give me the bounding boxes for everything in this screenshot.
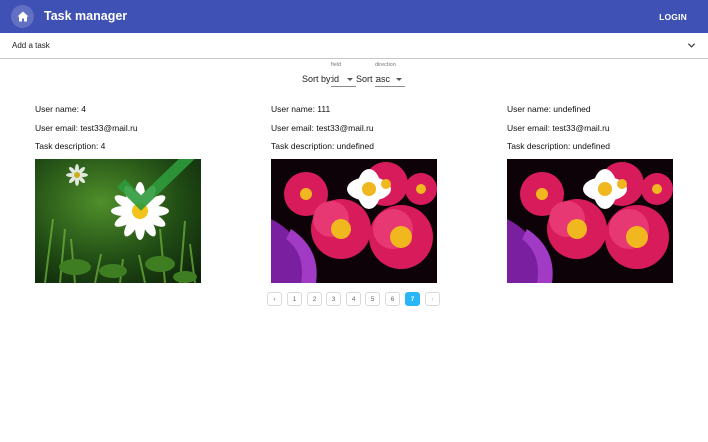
task-description: Task description: 4 [35, 141, 106, 151]
home-icon [17, 11, 28, 22]
home-button[interactable] [11, 5, 34, 28]
sort-direction-value: asc [376, 74, 391, 84]
chevron-down-icon[interactable] [687, 41, 696, 50]
task-description: Task description: undefined [507, 141, 611, 151]
task-user-name: User name: 111 [271, 104, 331, 114]
direction-caption: direction [375, 62, 396, 68]
task-user-name: User name: 4 [35, 104, 87, 114]
pagination-page-2[interactable]: 2 [307, 292, 322, 306]
login-button[interactable]: LOGIN [659, 12, 687, 22]
pagination-page-4[interactable]: 4 [346, 292, 361, 306]
field-caption: field [331, 62, 342, 68]
task-user-name: User name: undefined [507, 104, 591, 114]
pagination-page-7[interactable]: 7 [405, 292, 420, 306]
dropdown-arrow-icon [396, 78, 402, 81]
sort-field-value: id [332, 74, 340, 84]
dropdown-arrow-icon [347, 78, 353, 81]
pagination-page-1[interactable]: 1 [287, 292, 302, 306]
sort-by-label: Sort by: [302, 74, 334, 84]
sort-direction-select[interactable]: asc [375, 73, 405, 87]
task-image [271, 159, 437, 283]
sort-field-select[interactable]: id [331, 73, 356, 87]
task-user-email: User email: test33@mail.ru [35, 123, 138, 133]
pagination-prev-button[interactable]: ‹ [267, 292, 282, 306]
task-image [507, 159, 673, 283]
add-task-label: Add a task [12, 41, 50, 50]
add-task-panel[interactable]: Add a task [0, 33, 708, 59]
app-title: Task manager [44, 9, 128, 23]
sort-controls: field Sort by: id direction Sort : asc [301, 62, 406, 88]
task-description: Task description: undefined [271, 141, 375, 151]
task-image [35, 159, 201, 283]
pagination-page-5[interactable]: 5 [365, 292, 380, 306]
pagination-page-3[interactable]: 3 [326, 292, 341, 306]
task-user-email: User email: test33@mail.ru [507, 123, 610, 133]
pagination-page-6[interactable]: 6 [385, 292, 400, 306]
pagination-next-button[interactable]: › [425, 292, 440, 306]
app-bar: Task manager LOGIN [0, 0, 708, 33]
task-user-email: User email: test33@mail.ru [271, 123, 374, 133]
